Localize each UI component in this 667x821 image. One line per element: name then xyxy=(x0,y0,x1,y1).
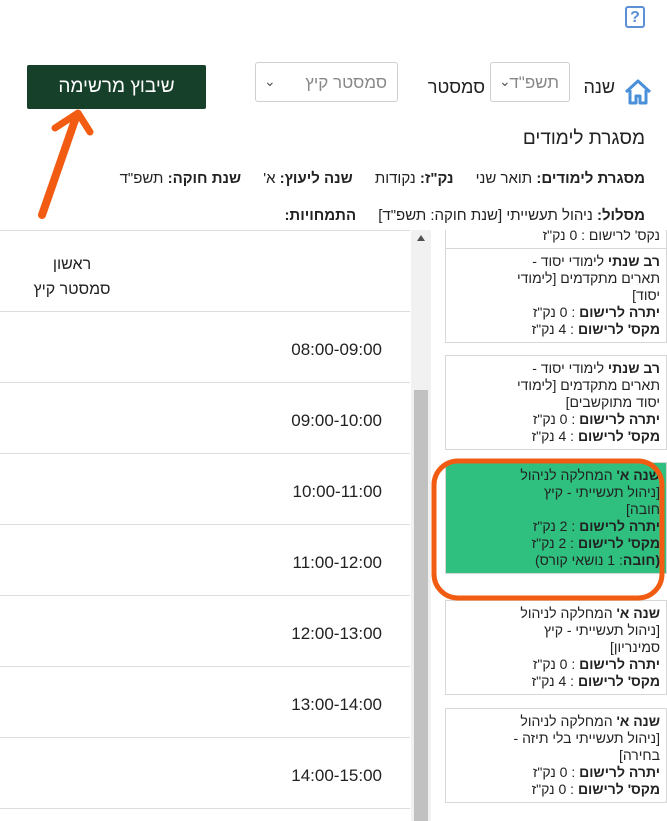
semester-select-value: סמסטר קיץ xyxy=(305,73,387,92)
course-card-line: נקס' לרישום : 0 נק"ז xyxy=(542,230,660,243)
time-slot-row[interactable]: 13:00-14:00 xyxy=(0,667,410,738)
course-card-line: [ניהול תעשייתי בלי תיזה - xyxy=(513,730,660,746)
course-card-line: מקס' לרישום : 4 נק"ז xyxy=(531,428,660,444)
specializations-key: התמחויות: xyxy=(284,207,357,224)
course-group-card[interactable]: שנה א' המחלקה לניהול [ניהול תעשייתי בלי ת… xyxy=(445,708,667,803)
time-slot-label: 13:00-14:00 xyxy=(291,695,382,714)
info-key: נק"ז: xyxy=(419,170,454,187)
info-value: נקודות xyxy=(374,170,416,187)
course-card-line: יתרה לרישום : 0 נק"ז xyxy=(532,411,660,427)
course-card-line-key: יתרה לרישום xyxy=(579,411,660,427)
course-card-line: יתרה לרישום : 0 נק"ז xyxy=(532,304,660,320)
course-card-line: חובה] xyxy=(626,501,660,517)
year-label: שנה xyxy=(583,77,615,97)
course-card-line-key: שנה א' xyxy=(616,605,660,621)
time-slot-label: 14:00-15:00 xyxy=(291,766,382,785)
time-slot-row[interactable]: 09:00-10:00 xyxy=(0,383,410,454)
course-card-line: תארים מתקדמים [לימודי xyxy=(517,270,660,286)
year-select[interactable]: תשפ"ד ⌄ xyxy=(490,62,570,102)
course-card-line: יתרה לרישום : 2 נק"ז xyxy=(532,518,660,534)
course-card-line-key: (חובה xyxy=(622,552,660,568)
course-card-line: יתרה לרישום : 0 נק"ז xyxy=(532,764,660,780)
course-card-line: תארים מתקדמים [לימודי xyxy=(517,377,660,393)
course-card-line: שנה א' המחלקה לניהול xyxy=(520,713,660,729)
framework-info: מסגרת לימודים: תואר שני נק"ז: נקודות שנה… xyxy=(102,170,645,187)
course-card-line-key: שנה א' xyxy=(616,713,660,729)
schedule-grid: ראשון סמסטר קיץ 08:00-09:00 09:00-10:00 … xyxy=(0,230,410,821)
info-key: שנת חוקה: xyxy=(167,170,242,187)
course-card-line: שנה א' המחלקה לניהול xyxy=(520,605,660,621)
time-slot-row[interactable]: 12:00-13:00 xyxy=(0,596,410,667)
semester-header: סמסטר קיץ xyxy=(33,281,111,298)
time-slot-label: 08:00-09:00 xyxy=(291,340,382,359)
course-card-line-key: רב שנתי xyxy=(607,360,660,376)
day-header: ראשון xyxy=(52,256,92,273)
course-card-line: [ניהול תעשייתי - קיץ xyxy=(544,622,660,638)
course-card-line: שנה א' המחלקה לניהול xyxy=(520,467,660,483)
chevron-down-icon: ⌄ xyxy=(264,73,276,89)
course-card-line: בחירה] xyxy=(618,747,660,763)
course-group-card[interactable]: שנה א' המחלקה לניהול [ניהול תעשייתי - קיץ… xyxy=(445,600,667,695)
course-card-line-key: מקס' לרישום xyxy=(577,428,660,444)
course-card-line: יסוד מתוקשבים] xyxy=(565,394,660,410)
course-card-line: יתרה לרישום : 0 נק"ז xyxy=(532,656,660,672)
time-slot-row[interactable]: 08:00-09:00 xyxy=(0,312,410,383)
course-card-line-key: מקס' לרישום xyxy=(577,781,660,797)
course-group-list: נקס' לרישום : 0 נק"ז רב שנתי לימודי יסוד… xyxy=(432,230,667,821)
filter-bar: שנה תשפ"ד ⌄ סמסטר סמסטר קיץ ⌄ שיבוץ מרשי… xyxy=(0,62,667,114)
chevron-down-icon: ⌄ xyxy=(499,73,511,89)
scroll-thumb[interactable] xyxy=(414,390,428,821)
time-slot-label: 09:00-10:00 xyxy=(291,411,382,430)
year-select-value: תשפ"ד xyxy=(509,73,559,92)
course-group-card[interactable]: נקס' לרישום : 0 נק"ז xyxy=(445,230,667,249)
course-card-line-key: שנה א' xyxy=(616,467,660,483)
course-card-line: רב שנתי לימודי יסוד - xyxy=(532,253,660,269)
course-card-line: יסוד] xyxy=(632,287,660,303)
info-key: שנה ליעוץ: xyxy=(279,170,353,187)
course-card-line: [ניהול תעשייתי - קיץ xyxy=(544,484,660,500)
course-group-card[interactable]: רב שנתי לימודי יסוד - תארים מתקדמים [לימו… xyxy=(445,248,667,343)
time-slot-row[interactable]: 10:00-11:00 xyxy=(0,454,410,525)
course-card-line-key: יתרה לרישום xyxy=(579,304,660,320)
course-group-card-active[interactable]: שנה א' המחלקה לניהול [ניהול תעשייתי - קיץ… xyxy=(445,462,667,574)
course-card-line-key: רב שנתי xyxy=(607,253,660,269)
info-value: א' xyxy=(263,170,276,187)
course-card-line: מקס' לרישום : 2 נק"ז xyxy=(531,535,660,551)
home-icon[interactable] xyxy=(623,78,653,106)
time-slot-row[interactable]: 14:00-15:00 xyxy=(0,738,410,809)
time-slot-label: 12:00-13:00 xyxy=(291,624,382,643)
track-info: מסלול: ניהול תעשייתי [שנת חוקה: תשפ"ד] ה… xyxy=(266,207,645,224)
time-slot-label: 11:00-12:00 xyxy=(292,553,382,572)
semester-label: סמסטר xyxy=(427,77,485,97)
course-card-line-key: מקס' לרישום xyxy=(577,321,660,337)
course-card-line: סמינריון] xyxy=(609,639,660,655)
course-group-card[interactable]: רב שנתי לימודי יסוד - תארים מתקדמים [לימו… xyxy=(445,355,667,450)
course-card-line-key: יתרה לרישום xyxy=(579,764,660,780)
help-icon[interactable]: ? xyxy=(625,6,645,28)
course-card-line-key: יתרה לרישום xyxy=(579,518,660,534)
semester-select[interactable]: סמסטר קיץ ⌄ xyxy=(255,62,398,102)
info-value: תשפ"ד xyxy=(119,170,164,187)
course-card-line-key: מקס' לרישום xyxy=(577,535,660,551)
time-slot-label: 10:00-11:00 xyxy=(292,482,382,501)
build-from-list-button[interactable]: שיבוץ מרשימה xyxy=(27,65,206,109)
course-card-line: מקס' לרישום : 4 נק"ז xyxy=(531,321,660,337)
track-value: ניהול תעשייתי [שנת חוקה: תשפ"ד] xyxy=(378,207,593,224)
course-card-line: מקס' לרישום : 0 נק"ז xyxy=(531,781,660,797)
grid-header: ראשון סמסטר קיץ xyxy=(0,230,410,312)
course-card-line-key: מקס' לרישום xyxy=(577,673,660,689)
course-card-line: (חובה: 1 נושאי קורס) xyxy=(534,552,660,568)
info-value: תואר שני xyxy=(475,170,533,187)
course-card-line: רב שנתי לימודי יסוד - xyxy=(532,360,660,376)
course-card-line: מקס' לרישום : 4 נק"ז xyxy=(531,673,660,689)
course-card-line-key: יתרה לרישום xyxy=(579,656,660,672)
track-key: מסלול: xyxy=(596,207,645,224)
info-key: מסגרת לימודים: xyxy=(536,170,645,187)
time-slot-row[interactable]: 11:00-12:00 xyxy=(0,525,410,596)
scroll-up-arrow-icon[interactable] xyxy=(417,235,425,241)
list-scrollbar[interactable] xyxy=(411,230,431,821)
framework-title: מסגרת לימודים xyxy=(522,128,645,149)
